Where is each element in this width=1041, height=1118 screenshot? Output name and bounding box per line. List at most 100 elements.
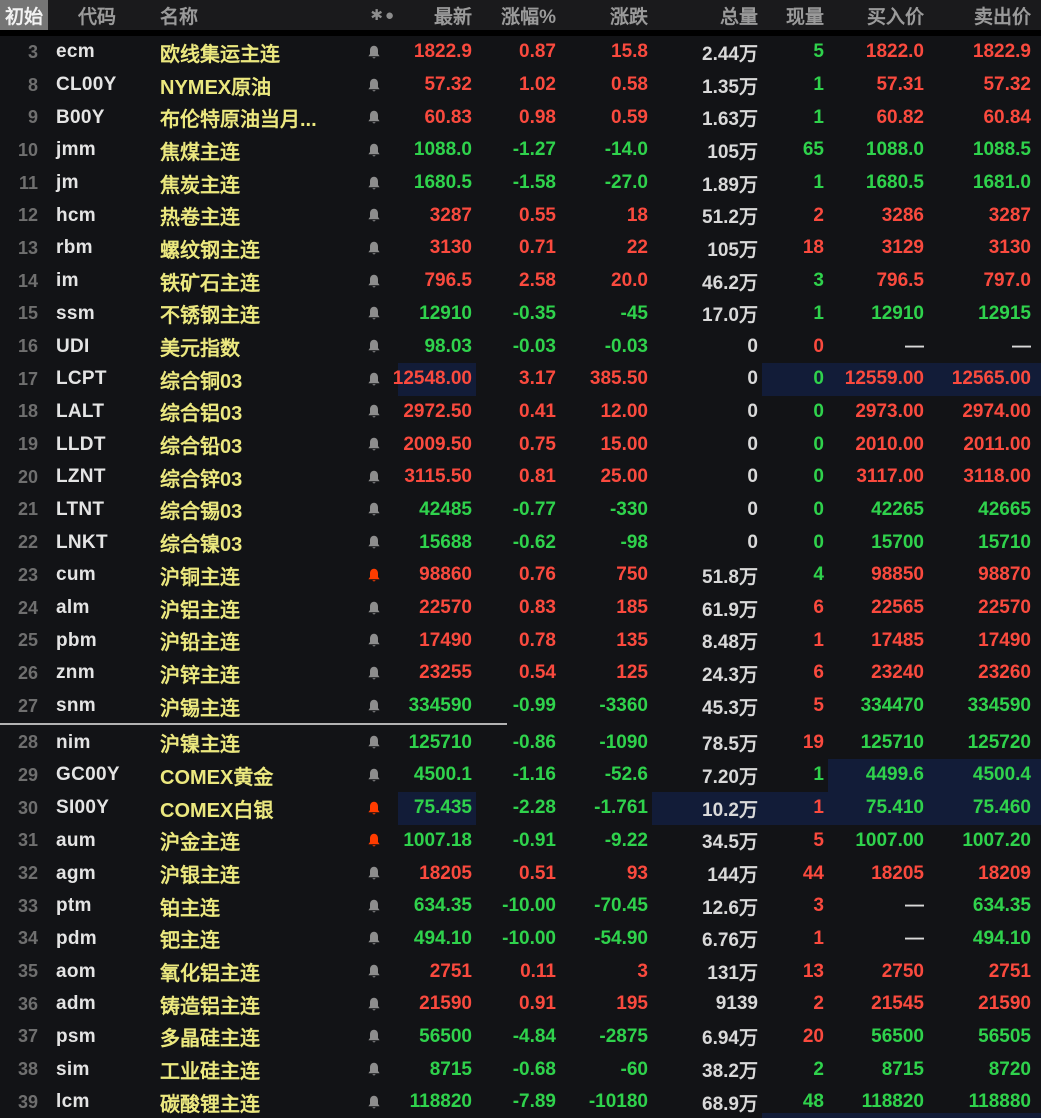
alert-bell-icon[interactable]: [350, 726, 398, 759]
cell-name[interactable]: 综合铝03: [152, 397, 350, 426]
cell-current-volume[interactable]: 0: [762, 396, 828, 429]
cell-change-pct[interactable]: 0.75: [476, 428, 560, 461]
alert-bell-icon[interactable]: [350, 494, 398, 527]
cell-last-price[interactable]: 22570: [398, 592, 476, 625]
cell-code[interactable]: nim: [48, 732, 152, 754]
cell-last-price[interactable]: 15688: [398, 526, 476, 559]
cell-ask-price[interactable]: 23260: [928, 657, 1041, 690]
cell-change-pct[interactable]: -10.00: [476, 890, 560, 923]
cell-change[interactable]: 12.00: [560, 396, 652, 429]
table-row[interactable]: 38 sim 工业硅主连 8715 -0.68 -60 38.2万 2 8715…: [0, 1053, 1041, 1086]
cell-code[interactable]: SI00Y: [48, 797, 152, 819]
column-header-change-pct[interactable]: 涨幅%: [476, 2, 560, 29]
cell-change[interactable]: 385.50: [560, 363, 652, 396]
cell-code[interactable]: hcm: [48, 205, 152, 227]
cell-total-volume[interactable]: 144万: [652, 857, 762, 890]
cell-ask-price[interactable]: 1007.20: [928, 825, 1041, 858]
cell-ask-price[interactable]: 1088.5: [928, 134, 1041, 167]
cell-change[interactable]: -54.90: [560, 923, 652, 956]
cell-total-volume[interactable]: 0: [652, 494, 762, 527]
column-header-last[interactable]: 最新: [398, 2, 476, 29]
cell-name[interactable]: 沪铜主连: [152, 561, 350, 590]
cell-total-volume[interactable]: 12.6万: [652, 890, 762, 923]
cell-current-volume[interactable]: 0: [762, 494, 828, 527]
cell-change-pct[interactable]: 0.98: [476, 101, 560, 134]
cell-change-pct[interactable]: -7.89: [476, 1086, 560, 1118]
cell-bid-price[interactable]: 15700: [828, 526, 928, 559]
cell-name[interactable]: 工业硅主连: [152, 1055, 350, 1084]
cell-current-volume[interactable]: 18: [762, 232, 828, 265]
table-row[interactable]: 30 SI00Y COMEX白银 75.435 -2.28 -1.761 10.…: [0, 792, 1041, 825]
cell-code[interactable]: LCPT: [48, 368, 152, 390]
cell-change[interactable]: -98: [560, 526, 652, 559]
cell-change[interactable]: 0.58: [560, 69, 652, 102]
cell-total-volume[interactable]: 0: [652, 330, 762, 363]
cell-change-pct[interactable]: 0.91: [476, 988, 560, 1021]
table-row[interactable]: 36 adm 铸造铝主连 21590 0.91 195 9139 2 21545…: [0, 988, 1041, 1021]
cell-code[interactable]: B00Y: [48, 107, 152, 129]
cell-name[interactable]: 沪铅主连: [152, 626, 350, 655]
alert-bell-icon[interactable]: [350, 428, 398, 461]
cell-code[interactable]: GC00Y: [48, 764, 152, 786]
cell-bid-price[interactable]: 2010.00: [828, 428, 928, 461]
cell-change-pct[interactable]: 0.11: [476, 955, 560, 988]
cell-ask-price[interactable]: 2751: [928, 955, 1041, 988]
cell-code[interactable]: ptm: [48, 895, 152, 917]
cell-ask-price[interactable]: 12565.00: [928, 363, 1041, 396]
cell-change-pct[interactable]: -4.84: [476, 1021, 560, 1054]
alert-bell-icon[interactable]: [350, 1021, 398, 1054]
cell-total-volume[interactable]: 8.48万: [652, 624, 762, 657]
cell-ask-price[interactable]: 17490: [928, 624, 1041, 657]
cell-change[interactable]: -45: [560, 298, 652, 331]
table-row[interactable]: 33 ptm 铂主连 634.35 -10.00 -70.45 12.6万 3 …: [0, 890, 1041, 923]
cell-code[interactable]: snm: [48, 695, 152, 717]
table-row[interactable]: 27 snm 沪锡主连 334590 -0.99 -3360 45.3万 5 3…: [0, 690, 1041, 723]
cell-current-volume[interactable]: 4: [762, 559, 828, 592]
cell-change-pct[interactable]: 0.81: [476, 461, 560, 494]
cell-change-pct[interactable]: 0.83: [476, 592, 560, 625]
cell-last-price[interactable]: 3130: [398, 232, 476, 265]
cell-last-price[interactable]: 125710: [398, 726, 476, 759]
cell-change-pct[interactable]: -1.27: [476, 134, 560, 167]
cell-ask-price[interactable]: 1681.0: [928, 167, 1041, 200]
cell-last-price[interactable]: 1822.9: [398, 36, 476, 69]
alert-bell-icon[interactable]: [350, 955, 398, 988]
cell-current-volume[interactable]: 3: [762, 890, 828, 923]
cell-change-pct[interactable]: 1.02: [476, 69, 560, 102]
cell-last-price[interactable]: 796.5: [398, 265, 476, 298]
cell-current-volume[interactable]: 1: [762, 759, 828, 792]
table-row[interactable]: 21 LTNT 综合锡03 42485 -0.77 -330 0 0 42265…: [0, 494, 1041, 527]
cell-name[interactable]: 美元指数: [152, 332, 350, 361]
cell-code[interactable]: sim: [48, 1059, 152, 1081]
alert-bell-icon[interactable]: [350, 657, 398, 690]
cell-current-volume[interactable]: 5: [762, 36, 828, 69]
cell-ask-price[interactable]: 75.460: [928, 792, 1041, 825]
alert-bell-icon[interactable]: [350, 232, 398, 265]
alert-bell-icon[interactable]: [350, 759, 398, 792]
cell-last-price[interactable]: 1680.5: [398, 167, 476, 200]
cell-current-volume[interactable]: 2: [762, 1053, 828, 1086]
column-header-total-volume[interactable]: 总量: [652, 2, 762, 29]
tab-initial[interactable]: 初始: [0, 0, 48, 30]
cell-change[interactable]: -60: [560, 1053, 652, 1086]
cell-name[interactable]: 布伦特原油当月...: [152, 103, 350, 132]
cell-name[interactable]: 热卷主连: [152, 201, 350, 230]
cell-current-volume[interactable]: 2: [762, 199, 828, 232]
cell-total-volume[interactable]: 131万: [652, 955, 762, 988]
cell-last-price[interactable]: 12548.00: [398, 363, 476, 396]
cell-ask-price[interactable]: 634.35: [928, 890, 1041, 923]
cell-code[interactable]: rbm: [48, 237, 152, 259]
cell-total-volume[interactable]: 78.5万: [652, 726, 762, 759]
cell-change[interactable]: -70.45: [560, 890, 652, 923]
cell-total-volume[interactable]: 34.5万: [652, 825, 762, 858]
cell-current-volume[interactable]: 44: [762, 857, 828, 890]
cell-code[interactable]: psm: [48, 1026, 152, 1048]
cell-code[interactable]: pdm: [48, 928, 152, 950]
table-row[interactable]: 31 aum 沪金主连 1007.18 -0.91 -9.22 34.5万 5 …: [0, 825, 1041, 858]
cell-ask-price[interactable]: 2011.00: [928, 428, 1041, 461]
cell-total-volume[interactable]: 24.3万: [652, 657, 762, 690]
cell-last-price[interactable]: 3115.50: [398, 461, 476, 494]
cell-last-price[interactable]: 21590: [398, 988, 476, 1021]
table-row[interactable]: 35 aom 氧化铝主连 2751 0.11 3 131万 13 2750 27…: [0, 955, 1041, 988]
cell-total-volume[interactable]: 0: [652, 396, 762, 429]
